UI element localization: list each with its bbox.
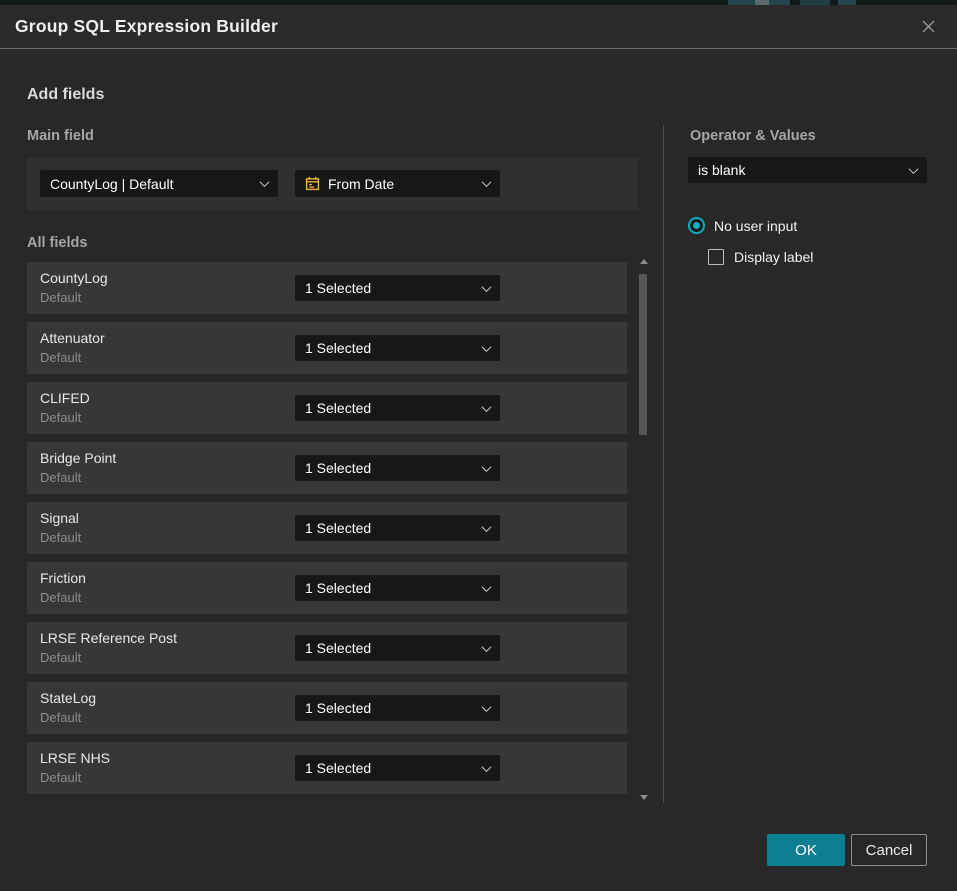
chevron-down-icon xyxy=(482,642,492,652)
chevron-down-icon xyxy=(260,177,270,187)
field-row-signal: Signal Default 1 Selected xyxy=(27,502,627,554)
field-row-clifed: CLIFED Default 1 Selected xyxy=(27,382,627,434)
field-selection-dropdown[interactable]: 1 Selected xyxy=(295,635,500,661)
field-subtitle: Default xyxy=(40,470,81,485)
field-row-bridge-point: Bridge Point Default 1 Selected xyxy=(27,442,627,494)
display-label-label: Display label xyxy=(734,249,813,265)
field-selection-dropdown[interactable]: 1 Selected xyxy=(295,755,500,781)
chevron-down-icon xyxy=(482,342,492,352)
all-fields-label: All fields xyxy=(27,235,87,251)
field-selection-value: 1 Selected xyxy=(305,700,371,716)
operator-values-label: Operator & Values xyxy=(690,128,816,144)
main-field-label: Main field xyxy=(27,128,94,144)
chevron-down-icon xyxy=(482,282,492,292)
dialog-titlebar: Group SQL Expression Builder xyxy=(0,5,957,49)
chevron-down-icon xyxy=(482,462,492,472)
radio-dot xyxy=(693,222,700,229)
cancel-button[interactable]: Cancel xyxy=(851,834,927,866)
field-subtitle: Default xyxy=(40,290,81,305)
radio-selected-icon xyxy=(688,217,705,234)
field-row-statelog: StateLog Default 1 Selected xyxy=(27,682,627,734)
field-row-countylog: CountyLog Default 1 Selected xyxy=(27,262,627,314)
field-name: Signal xyxy=(40,510,79,526)
field-subtitle: Default xyxy=(40,770,81,785)
field-subtitle: Default xyxy=(40,710,81,725)
chevron-down-icon xyxy=(909,164,919,174)
scroll-up-icon[interactable] xyxy=(640,259,648,264)
chevron-down-icon xyxy=(482,522,492,532)
field-row-friction: Friction Default 1 Selected xyxy=(27,562,627,614)
dialog-title: Group SQL Expression Builder xyxy=(15,16,278,37)
field-name: CountyLog xyxy=(40,270,108,286)
panel-divider xyxy=(663,125,664,803)
no-user-input-label: No user input xyxy=(714,218,797,234)
field-name: CLIFED xyxy=(40,390,90,406)
field-subtitle: Default xyxy=(40,410,81,425)
field-selection-dropdown[interactable]: 1 Selected xyxy=(295,515,500,541)
chevron-down-icon xyxy=(482,702,492,712)
main-field-field-dropdown[interactable]: From Date xyxy=(295,170,500,197)
chevron-down-icon xyxy=(482,177,492,187)
checkbox-unchecked-icon xyxy=(708,249,724,265)
field-subtitle: Default xyxy=(40,590,81,605)
field-selection-dropdown[interactable]: 1 Selected xyxy=(295,575,500,601)
field-selection-dropdown[interactable]: 1 Selected xyxy=(295,275,500,301)
field-row-attenuator: Attenuator Default 1 Selected xyxy=(27,322,627,374)
field-name: LRSE Reference Post xyxy=(40,630,177,646)
field-selection-dropdown[interactable]: 1 Selected xyxy=(295,455,500,481)
no-user-input-radio[interactable]: No user input xyxy=(688,217,797,234)
field-selection-value: 1 Selected xyxy=(305,760,371,776)
scrollbar-thumb[interactable] xyxy=(639,274,647,435)
main-field-layer-dropdown[interactable]: CountyLog | Default xyxy=(40,170,278,197)
display-label-checkbox[interactable]: Display label xyxy=(708,249,813,265)
field-subtitle: Default xyxy=(40,350,81,365)
field-selection-value: 1 Selected xyxy=(305,580,371,596)
field-row-lrse-nhs: LRSE NHS Default 1 Selected xyxy=(27,742,627,794)
field-subtitle: Default xyxy=(40,530,81,545)
calendar-icon xyxy=(305,176,320,191)
field-row-lrse-reference-post: LRSE Reference Post Default 1 Selected xyxy=(27,622,627,674)
main-field-field-value: From Date xyxy=(328,176,394,192)
chevron-down-icon xyxy=(482,582,492,592)
field-name: Attenuator xyxy=(40,330,105,346)
field-selection-value: 1 Selected xyxy=(305,640,371,656)
group-sql-expression-builder-dialog: Group SQL Expression Builder Add fields … xyxy=(0,5,957,891)
chevron-down-icon xyxy=(482,762,492,772)
add-fields-heading: Add fields xyxy=(27,86,104,104)
main-field-panel: CountyLog | Default From Date xyxy=(27,158,638,210)
field-selection-value: 1 Selected xyxy=(305,280,371,296)
field-name: StateLog xyxy=(40,690,96,706)
field-subtitle: Default xyxy=(40,650,81,665)
scroll-down-icon[interactable] xyxy=(640,795,648,800)
screen: Group SQL Expression Builder Add fields … xyxy=(0,0,957,891)
field-selection-dropdown[interactable]: 1 Selected xyxy=(295,335,500,361)
operator-value: is blank xyxy=(698,162,745,178)
chevron-down-icon xyxy=(482,402,492,412)
close-icon[interactable] xyxy=(919,18,937,36)
field-selection-dropdown[interactable]: 1 Selected xyxy=(295,395,500,421)
field-name: Friction xyxy=(40,570,86,586)
field-selection-value: 1 Selected xyxy=(305,460,371,476)
field-selection-value: 1 Selected xyxy=(305,340,371,356)
ok-button[interactable]: OK xyxy=(767,834,845,866)
list-scrollbar[interactable] xyxy=(637,257,651,802)
operator-dropdown[interactable]: is blank xyxy=(688,157,927,183)
main-field-layer-value: CountyLog | Default xyxy=(50,176,174,192)
field-selection-dropdown[interactable]: 1 Selected xyxy=(295,695,500,721)
all-fields-list: CountyLog Default 1 Selected Attenuator … xyxy=(27,262,627,802)
field-name: Bridge Point xyxy=(40,450,116,466)
field-selection-value: 1 Selected xyxy=(305,520,371,536)
field-selection-value: 1 Selected xyxy=(305,400,371,416)
field-name: LRSE NHS xyxy=(40,750,110,766)
